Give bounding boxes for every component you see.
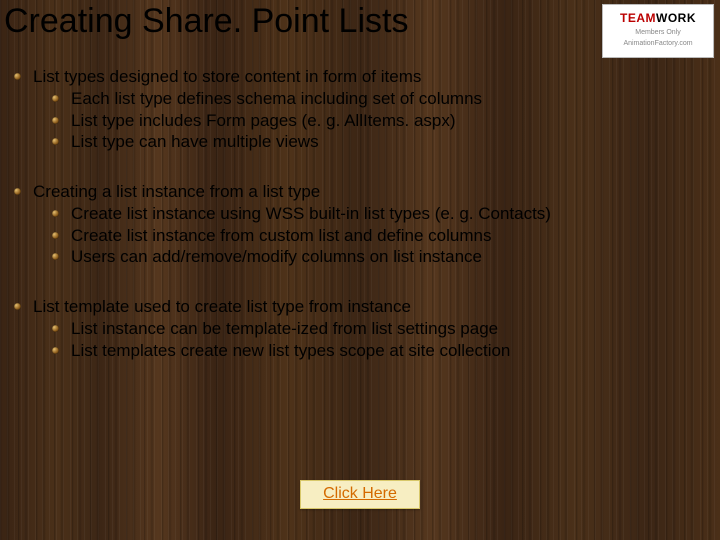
list-item-label: Creating a list instance from a list typ… bbox=[33, 181, 320, 203]
list-item: List types designed to store content in … bbox=[14, 66, 700, 88]
bullet-icon bbox=[52, 253, 59, 260]
bullet-icon bbox=[14, 188, 21, 195]
list-item: Create list instance using WSS built-in … bbox=[52, 203, 700, 225]
slide-title: Creating Share. Point Lists bbox=[4, 2, 408, 41]
list-item: Each list type defines schema including … bbox=[52, 88, 700, 110]
list-item: Create list instance from custom list an… bbox=[52, 225, 700, 247]
list-item: List templates create new list types sco… bbox=[52, 340, 700, 362]
list-item-label: List type includes Form pages (e. g. All… bbox=[71, 110, 456, 132]
list-item-label: Create list instance from custom list an… bbox=[71, 225, 491, 247]
bullet-icon bbox=[52, 138, 59, 145]
list-item-label: List templates create new list types sco… bbox=[71, 340, 510, 362]
list-item: List instance can be template-ized from … bbox=[52, 318, 700, 340]
bullet-icon bbox=[52, 95, 59, 102]
bullet-icon bbox=[52, 232, 59, 239]
list-item: List type can have multiple views bbox=[52, 131, 700, 153]
list-item: Users can add/remove/modify columns on l… bbox=[52, 246, 700, 268]
list-item-label: List template used to create list type f… bbox=[33, 296, 411, 318]
bullet-icon bbox=[14, 73, 21, 80]
bullet-icon bbox=[14, 303, 21, 310]
list-item-label: Create list instance using WSS built-in … bbox=[71, 203, 551, 225]
list-item: Creating a list instance from a list typ… bbox=[14, 181, 700, 203]
list-item-label: List types designed to store content in … bbox=[33, 66, 421, 88]
bullet-icon bbox=[52, 117, 59, 124]
click-here-link[interactable]: Click Here bbox=[300, 480, 420, 509]
list-item: List template used to create list type f… bbox=[14, 296, 700, 318]
list-item-label: List instance can be template-ized from … bbox=[71, 318, 498, 340]
list-item-label: Users can add/remove/modify columns on l… bbox=[71, 246, 482, 268]
section-3: List template used to create list type f… bbox=[14, 296, 700, 361]
bullet-icon bbox=[52, 325, 59, 332]
teamwork-logo: TEAMWORK Members Only AnimationFactory.c… bbox=[602, 4, 714, 58]
list-item-label: Each list type defines schema including … bbox=[71, 88, 482, 110]
list-item-label: List type can have multiple views bbox=[71, 131, 319, 153]
section-1: List types designed to store content in … bbox=[14, 66, 700, 153]
section-2: Creating a list instance from a list typ… bbox=[14, 181, 700, 268]
bullet-icon bbox=[52, 347, 59, 354]
bullet-icon bbox=[52, 210, 59, 217]
slide-body: List types designed to store content in … bbox=[14, 66, 700, 389]
list-item: List type includes Form pages (e. g. All… bbox=[52, 110, 700, 132]
